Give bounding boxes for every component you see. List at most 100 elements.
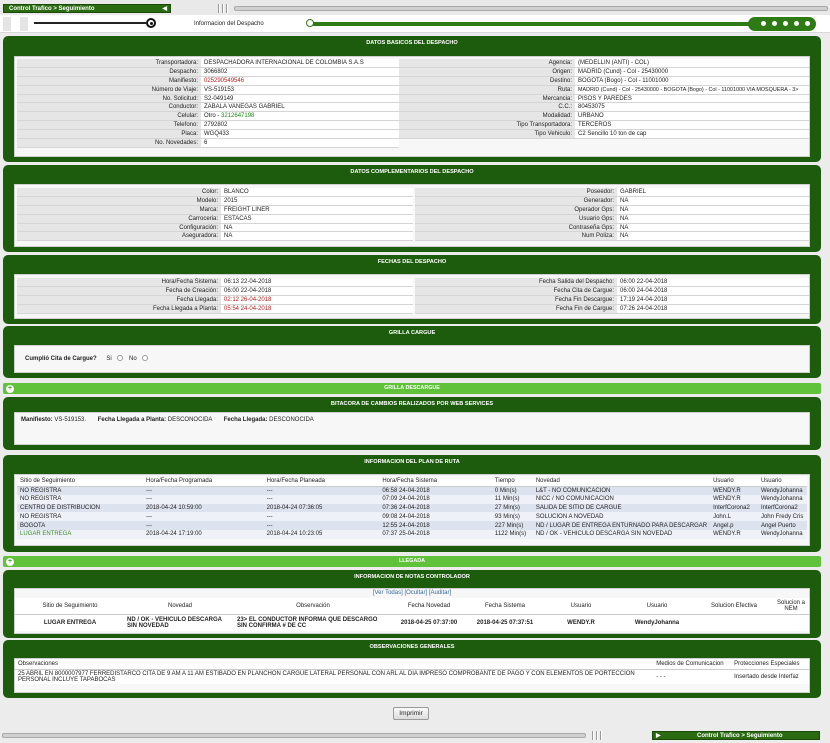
- radio-no[interactable]: [142, 355, 149, 362]
- table-row[interactable]: BOGOTA --- --- 12:55 24-04-2018 227 Min(s) ND…: [17, 521, 807, 530]
- field-marca: Marca: FREIGHT LINER: [17, 205, 413, 215]
- fechas-left: Hora/Fecha Sistema: 06:13 22-04-2018 Fech…: [17, 278, 413, 314]
- llegada-toggle[interactable]: + LLEGADA: [3, 556, 821, 567]
- grip-icon[interactable]: [592, 731, 604, 740]
- table-row[interactable]: NO REGISTRA --- --- 06:58 24-04-2018 0 Min(s…: [17, 486, 807, 495]
- expand-arrow-icon[interactable]: ▶: [656, 732, 661, 741]
- table-cell: ND / OK - VEHICULO DESCARGA SIN NOVEDAD: [125, 614, 235, 631]
- expand-plus-icon[interactable]: +: [6, 557, 14, 566]
- bottom-scrollbar[interactable]: [2, 733, 586, 738]
- col-fecha-novedad[interactable]: Fecha Novedad: [391, 598, 467, 615]
- col-fecha-sistema[interactable]: Fecha Sistema: [467, 598, 543, 615]
- radio-si[interactable]: [117, 355, 124, 362]
- section-datos-complementarios: DATOS COMPLEMENTARIOS DEL DESPACHO Color…: [3, 165, 821, 252]
- table-row[interactable]: NO REGISTRA --- --- 07:09 24-04-2018 11 Min(…: [17, 494, 807, 504]
- radio-no-label: No: [129, 356, 137, 362]
- grilla-descargue-title: GRILLA DESCARGUE: [384, 385, 440, 391]
- col-programada[interactable]: Hora/Fecha Programada: [143, 477, 264, 487]
- table-cell: ---: [143, 486, 264, 495]
- col-usuario-nombre[interactable]: Usuario: [619, 598, 695, 615]
- step-dot-icon[interactable]: [761, 21, 766, 26]
- table-cell: ---: [263, 494, 380, 504]
- table-cell: ---: [143, 512, 264, 522]
- col-sitio[interactable]: Sitio de Seguimiento: [17, 477, 144, 487]
- section-notas-controlador: INFORMACION DE NOTAS CONTROLADOR [Ver To…: [3, 570, 821, 638]
- table-cell: 0 Min(s): [491, 486, 533, 495]
- field-operador-gps: Operador Gps: NA: [415, 205, 809, 215]
- table-cell: LUGAR ENTREGA: [15, 614, 125, 631]
- field-despacho: Despacho: 3066802: [17, 67, 399, 77]
- table-cell: CENTRO DE DISTRIBUCIÓN: [17, 503, 144, 513]
- footer-breadcrumb[interactable]: ▶ Control Trafico > Seguimiento: [652, 731, 820, 740]
- step-dot-icon[interactable]: [794, 21, 799, 26]
- table-row[interactable]: LUGAR ENTREGA ND / OK - VEHICULO DESCARG…: [15, 614, 809, 631]
- table-row[interactable]: LUGAR ENTREGA 2018-04-24 17:19:00 2018-04-…: [17, 529, 807, 539]
- step-title: Informacion del Despacho: [194, 21, 264, 27]
- section-title: FECHAS DEL DESPACHO: [377, 259, 447, 265]
- datos-basicos-left: Transportadora: DESPACHADORA INTERNACIONA…: [17, 59, 399, 148]
- collapse-arrow-icon[interactable]: ◀: [162, 5, 167, 14]
- step-knob-icon[interactable]: [146, 18, 156, 28]
- field-ruta: Ruta: MADRID (Cund) - Col - 25430000 - BO…: [399, 85, 809, 95]
- step-dot-icon[interactable]: [805, 21, 810, 26]
- ver-todas-link[interactable]: [Ver Todas]: [373, 590, 403, 596]
- table-cell: 11 Min(s): [491, 494, 533, 504]
- section-bitacora: BITACORA DE CAMBIOS REALIZADOS POR WEB S…: [3, 397, 821, 450]
- col-observacion[interactable]: Observación: [235, 598, 391, 615]
- notas-table: Sitio de Seguimiento Novedad Observación…: [15, 598, 809, 631]
- grilla-cargue-panel: Cumplió Cita de Cargue? Si No: [14, 345, 810, 373]
- col-sitio[interactable]: Sitio de Seguimiento: [15, 598, 125, 615]
- col-novedad[interactable]: Novedad: [125, 598, 235, 615]
- table-cell: WendyJohanna: [619, 614, 695, 631]
- field-contrasena-gps: Contraseña Gps: NA: [415, 223, 809, 233]
- field-cc: C.C.: 80453075: [399, 103, 809, 113]
- field-fecha-fin-descargue: Fecha Fin Descargue: 17:19 24-04-2018: [415, 295, 809, 305]
- print-button[interactable]: Imprimir: [393, 707, 429, 720]
- col-planeada[interactable]: Hora/Fecha Planeada: [263, 477, 380, 487]
- section-title: BITACORA DE CAMBIOS REALIZADOS POR WEB S…: [330, 401, 494, 407]
- table-cell: 2018-04-24 17:19:00: [143, 529, 264, 539]
- section-grilla-cargue: GRILLA CARGUE Cumplió Cita de Cargue? Si…: [3, 326, 821, 378]
- field-conductor: Conductor: ZABALA VANEGAS GABRIEL: [17, 103, 399, 113]
- col-solucion-efectiva[interactable]: Solucion Efectiva: [695, 598, 773, 615]
- step-dot-icon[interactable]: [783, 21, 788, 26]
- field-modalidad: Modalidad: URBANO: [399, 112, 809, 122]
- top-scrollbar[interactable]: [234, 6, 828, 11]
- col-protecciones: Protecciones Especiales: [731, 659, 809, 670]
- expand-plus-icon[interactable]: +: [6, 384, 14, 393]
- table-row[interactable]: NO REGISTRA --- --- 09:08 24-04-2018 93 Min(…: [17, 512, 807, 522]
- field-placa: Placa: WGQ433: [17, 130, 399, 140]
- col-usuario-nombre[interactable]: Usuario: [757, 477, 807, 487]
- field-aseguradora: Aseguradora: NA: [17, 232, 413, 242]
- col-usuario[interactable]: Usuario: [543, 598, 619, 615]
- section-plan-ruta: INFORMACION DEL PLAN DE RUTA Sitio de Se…: [3, 455, 821, 552]
- observaciones-panel: Observaciones Medios de Comunicacion Pro…: [14, 658, 810, 693]
- step-dot-icon[interactable]: [772, 21, 777, 26]
- field-fecha-salida: Fecha Salida del Despacho: 06:00 22-04-20…: [415, 278, 809, 287]
- field-destino: Destino: BOGOTA (Bogo) - Col - 11001000: [399, 76, 809, 86]
- table-cell: ---: [263, 486, 380, 495]
- table-cell: 2018-04-24 07:36:05: [263, 503, 380, 513]
- notas-links: [Ver Todas] [Ocultar] [Auditar]: [15, 589, 809, 598]
- table-cell: ND / OK - VEHICULO DESCARGA SIN NOVEDAD: [532, 529, 711, 539]
- table-row[interactable]: CENTRO DE DISTRIBUCIÓN 2018-04-24 10:59:0…: [17, 503, 807, 513]
- progress-track-right: [306, 17, 816, 31]
- step-start-icon[interactable]: [306, 19, 314, 27]
- col-sistema[interactable]: Hora/Fecha Sistema: [379, 477, 492, 487]
- bottom-toolbar: ▶ Control Trafico > Seguimiento: [0, 729, 830, 743]
- auditar-link[interactable]: [Auditar]: [429, 590, 451, 596]
- section-title: GRILLA CARGUE: [388, 330, 436, 336]
- bitacora-llegada-label: Fecha Llegada:: [223, 417, 268, 423]
- col-solucion-nem[interactable]: Solucion a NEM: [773, 598, 809, 615]
- col-novedad[interactable]: Novedad: [532, 477, 711, 487]
- col-tiempo[interactable]: Tiempo: [491, 477, 533, 487]
- grip-icon[interactable]: [218, 4, 230, 13]
- breadcrumb[interactable]: Control Trafico > Seguimiento ◀: [3, 4, 171, 13]
- table-cell: NO REGISTRA: [17, 512, 144, 522]
- table-cell: WENDY.R: [710, 529, 758, 539]
- ocultar-link[interactable]: [Ocultar]: [404, 590, 427, 596]
- grilla-descargue-toggle[interactable]: + GRILLA DESCARGUE: [3, 383, 821, 394]
- col-usuario[interactable]: Usuario: [710, 477, 758, 487]
- field-no-solicitud: No. Solicitud: S2-049149: [17, 94, 399, 104]
- page: Control Trafico > Seguimiento ◀ Informac…: [0, 0, 830, 743]
